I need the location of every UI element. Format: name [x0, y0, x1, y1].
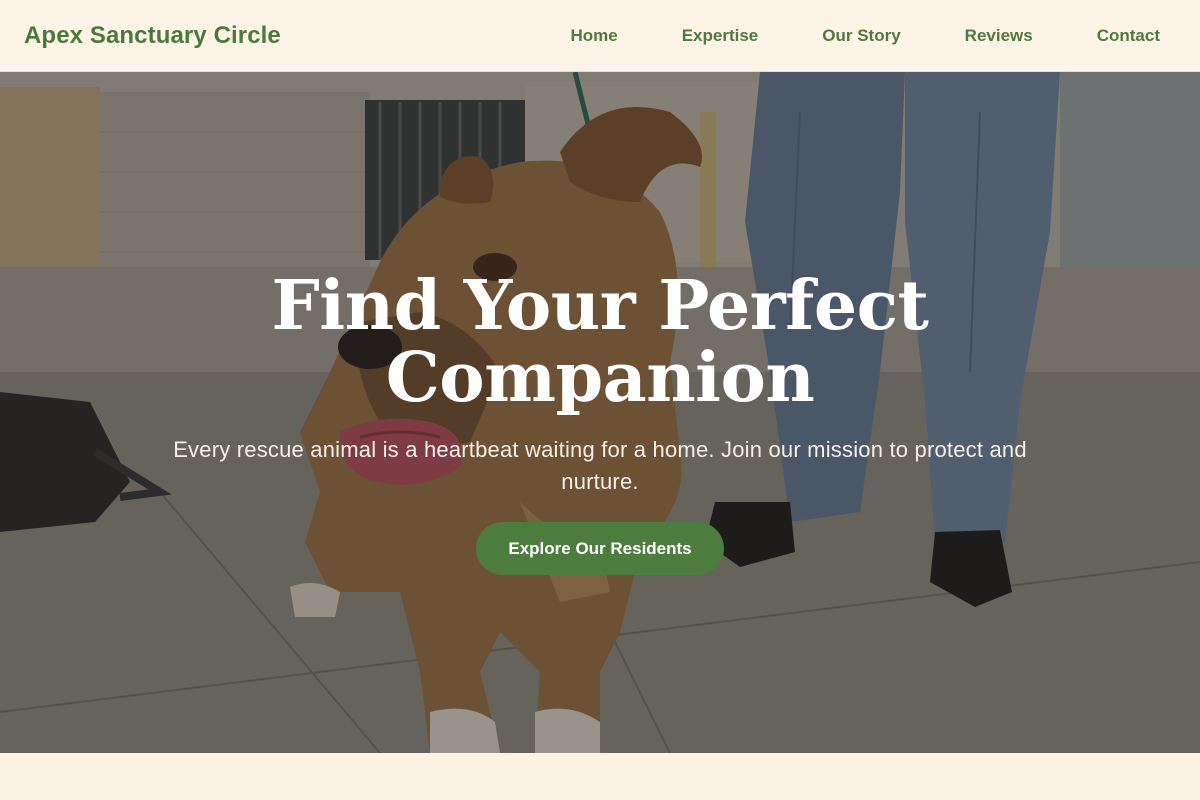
brand-logo[interactable]: Apex Sanctuary Circle	[24, 22, 281, 50]
nav-our-story[interactable]: Our Story	[822, 26, 900, 46]
main-nav: Home Expertise Our Story Reviews Contact	[570, 0, 1160, 72]
hero-section: Find Your Perfect Companion Every rescue…	[0, 72, 1200, 753]
next-section-edge	[0, 753, 1200, 800]
hero-subtitle: Every rescue animal is a heartbeat waiti…	[173, 437, 1027, 494]
nav-contact[interactable]: Contact	[1097, 26, 1160, 46]
nav-expertise[interactable]: Expertise	[682, 26, 759, 46]
hero-content: Find Your Perfect Companion Every rescue…	[0, 270, 1200, 575]
nav-reviews[interactable]: Reviews	[965, 26, 1033, 46]
nav-home[interactable]: Home	[570, 26, 617, 46]
hero-title: Find Your Perfect Companion	[271, 266, 929, 418]
site-header: Apex Sanctuary Circle Home Expertise Our…	[0, 0, 1200, 72]
explore-residents-button[interactable]: Explore Our Residents	[476, 522, 724, 575]
